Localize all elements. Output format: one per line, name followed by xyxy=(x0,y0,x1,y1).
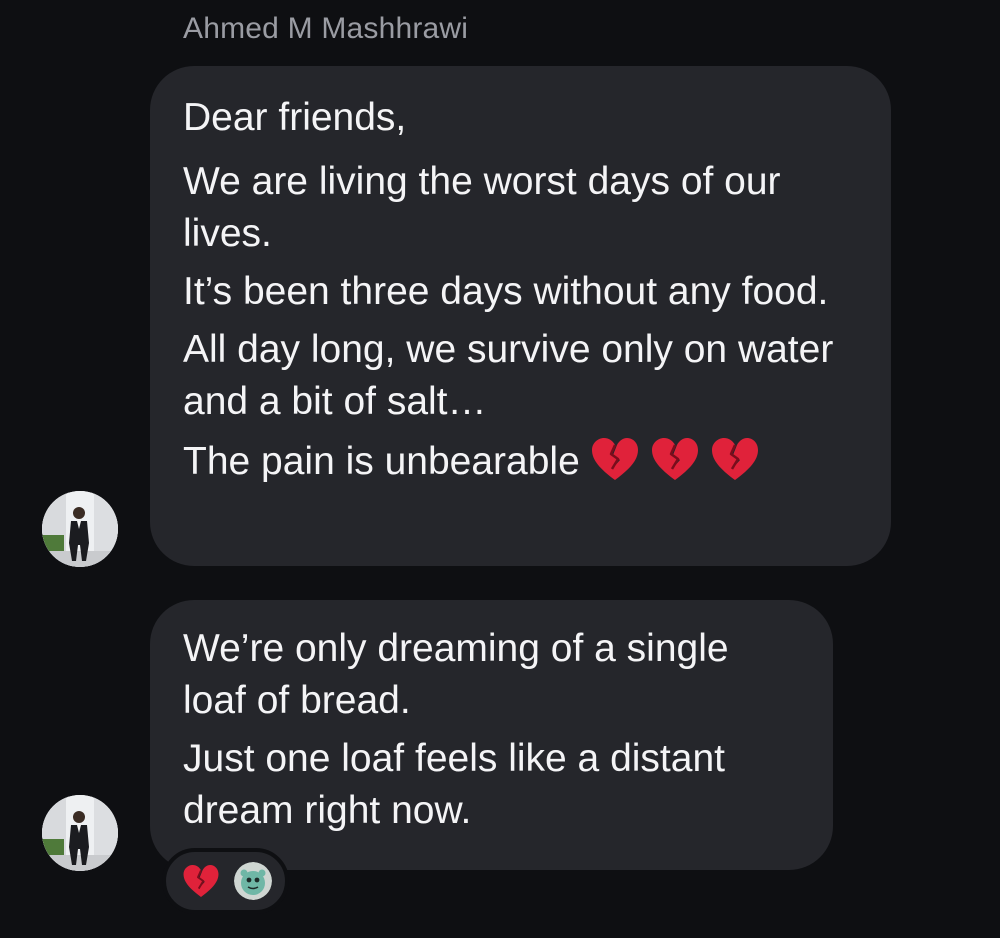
broken-heart-icon xyxy=(650,436,700,482)
message-bubble[interactable]: Dear friends, We are living the worst da… xyxy=(150,66,891,566)
broken-heart-icon xyxy=(710,436,760,482)
sender-name[interactable]: Ahmed M Mashhrawi xyxy=(183,12,468,46)
reactions-pill[interactable] xyxy=(162,848,289,914)
broken-heart-icon xyxy=(182,863,220,899)
avatar[interactable] xyxy=(42,795,118,871)
message-bubble[interactable]: We’re only dreaming of a single loaf of … xyxy=(150,600,833,870)
broken-heart-icon xyxy=(590,436,640,482)
message-line: We’re only dreaming of a single loaf of … xyxy=(183,627,729,722)
message-line-with-emoji: The pain is unbearable xyxy=(183,434,857,490)
message-line: All day long, we survive only on water a… xyxy=(183,328,834,423)
message-line: It’s been three days without any food. xyxy=(183,270,829,313)
avatar[interactable] xyxy=(42,491,118,567)
reactor-avatar[interactable] xyxy=(234,862,272,900)
message-line: The pain is unbearable xyxy=(183,440,580,483)
message-line: Dear friends, xyxy=(183,96,407,139)
message-line: We are living the worst days of our live… xyxy=(183,160,781,255)
message-line: Just one loaf feels like a distant dream… xyxy=(183,737,725,832)
